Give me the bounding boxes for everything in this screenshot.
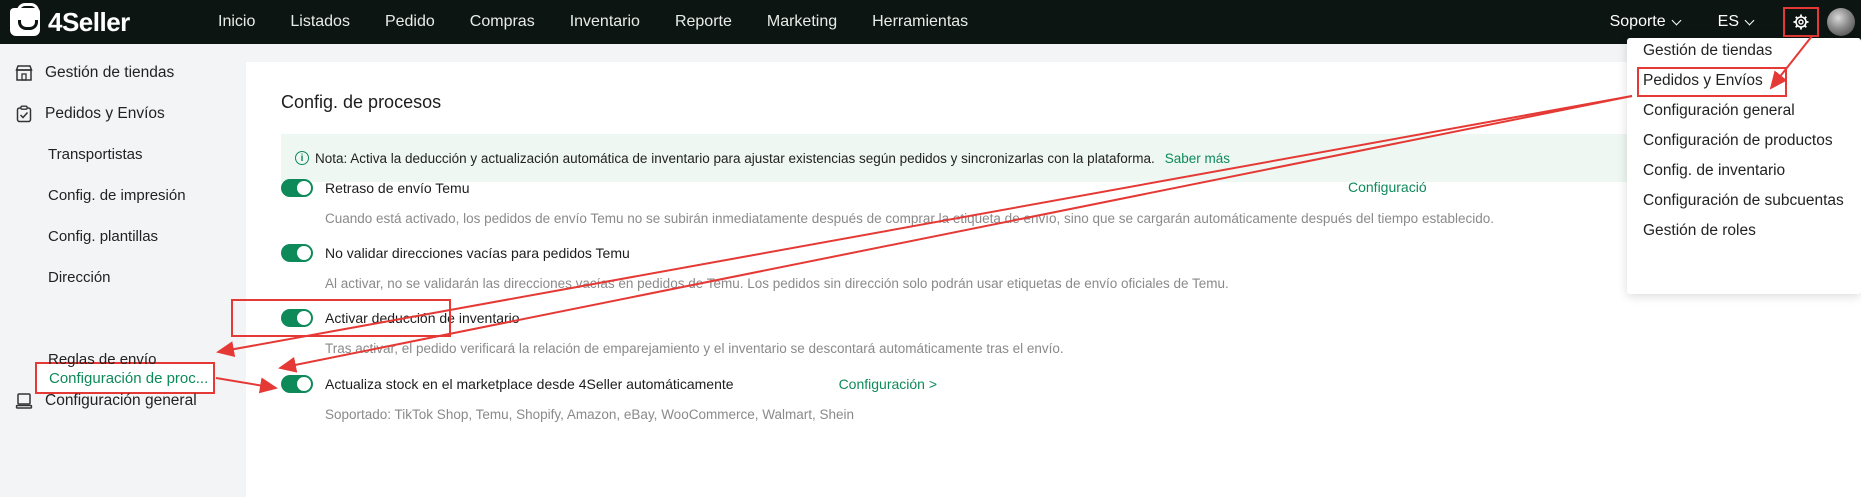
nav-item-inicio[interactable]: Inicio <box>218 13 255 31</box>
menu-item-pedidos-envios[interactable]: Pedidos y Envíos <box>1643 72 1763 90</box>
sidebar-group-config-general[interactable]: Configuración general <box>15 392 197 410</box>
chevron-down-icon <box>1671 15 1682 25</box>
settings-button[interactable] <box>1783 7 1819 37</box>
sidebar: Gestión de tiendas Pedidos y Envíos Tran… <box>0 44 244 497</box>
shopping-bag-icon <box>10 3 40 36</box>
nav-item-pedido[interactable]: Pedido <box>385 13 435 31</box>
setting-label: Retraso de envío Temu <box>325 180 470 196</box>
sidebar-group-label: Configuración general <box>45 392 197 409</box>
setting-description: Tras activar, el pedido verificará la re… <box>325 341 1064 356</box>
notice-text: Nota: Activa la deducción y actualizació… <box>315 150 1155 166</box>
store-icon <box>15 65 33 81</box>
menu-item-config-inventario[interactable]: Config. de inventario <box>1643 162 1785 180</box>
config-link[interactable]: Configuració <box>1348 179 1427 195</box>
brand-name: 4Seller <box>48 6 130 37</box>
config-link[interactable]: Configuración > <box>839 376 937 392</box>
sidebar-group-label: Gestión de tiendas <box>45 64 175 81</box>
setting-marketplace-stock: Actualiza stock en el marketplace desde … <box>281 375 937 422</box>
menu-item-gestion-roles[interactable]: Gestión de roles <box>1643 222 1756 240</box>
sidebar-item-impresion[interactable]: Config. de impresión <box>48 187 186 204</box>
highlight-box <box>231 299 451 337</box>
nav-item-compras[interactable]: Compras <box>470 13 535 31</box>
setting-description: Soportado: TikTok Shop, Temu, Shopify, A… <box>325 407 854 422</box>
main-nav: Inicio Listados Pedido Compras Inventari… <box>218 13 1003 31</box>
support-dropdown[interactable]: Soporte <box>1609 13 1682 31</box>
clipboard-check-icon <box>16 105 32 123</box>
chevron-down-icon <box>1744 15 1755 25</box>
page-title: Config. de procesos <box>281 92 442 112</box>
monitor-icon <box>15 393 33 409</box>
info-icon: i <box>295 151 309 165</box>
top-navbar: 4Seller Inicio Listados Pedido Compras I… <box>0 0 1861 44</box>
sidebar-item-label: Configuración de proc... <box>49 369 209 387</box>
sidebar-item-direccion[interactable]: Dirección <box>48 269 111 286</box>
setting-label: No validar direcciones vacías para pedid… <box>325 245 630 261</box>
app-window: 4Seller Inicio Listados Pedido Compras I… <box>0 0 1861 497</box>
sidebar-group-pedidos[interactable]: Pedidos y Envíos <box>15 105 165 123</box>
nav-item-listados[interactable]: Listados <box>290 13 350 31</box>
sidebar-item-plantillas[interactable]: Config. plantillas <box>48 228 158 245</box>
toggle-switch[interactable] <box>281 179 313 197</box>
language-label: ES <box>1717 13 1739 30</box>
main-content: Config. de procesos i Nota: Activa la de… <box>231 62 1861 497</box>
toggle-switch[interactable] <box>281 244 313 262</box>
setting-description: Al activar, no se validarán las direccio… <box>325 276 1229 291</box>
setting-temu-address: No validar direcciones vacías para pedid… <box>281 244 1229 291</box>
support-label: Soporte <box>1609 13 1666 30</box>
menu-item-config-subcuentas[interactable]: Configuración de subcuentas <box>1643 192 1844 210</box>
learn-more-link[interactable]: Saber más <box>1165 151 1230 166</box>
brand-logo[interactable]: 4Seller <box>10 3 210 38</box>
setting-description: Cuando está activado, los pedidos de env… <box>325 211 1494 226</box>
sidebar-item-reglas-envio[interactable]: Reglas de envío <box>48 351 156 368</box>
nav-item-reporte[interactable]: Reporte <box>675 13 732 31</box>
menu-item-config-general[interactable]: Configuración general <box>1643 102 1795 120</box>
nav-item-marketing[interactable]: Marketing <box>767 13 837 31</box>
info-notice: i Nota: Activa la deducción y actualizac… <box>281 134 1681 182</box>
nav-item-inventario[interactable]: Inventario <box>570 13 640 31</box>
setting-label: Actualiza stock en el marketplace desde … <box>325 376 734 392</box>
language-dropdown[interactable]: ES <box>1717 13 1755 31</box>
menu-item-config-productos[interactable]: Configuración de productos <box>1643 132 1833 150</box>
toggle-switch[interactable] <box>281 375 313 393</box>
sidebar-group-label: Pedidos y Envíos <box>45 105 165 122</box>
setting-temu-delay: Retraso de envío Temu Configuració Cuand… <box>281 179 1681 226</box>
menu-item-gestion-tiendas[interactable]: Gestión de tiendas <box>1643 42 1772 60</box>
gear-icon <box>1793 14 1809 30</box>
user-avatar[interactable] <box>1827 8 1855 36</box>
settings-menu: Gestión de tiendas Pedidos y Envíos Conf… <box>1627 38 1861 294</box>
sidebar-group-tiendas[interactable]: Gestión de tiendas <box>15 64 174 82</box>
nav-item-herramientas[interactable]: Herramientas <box>872 13 968 31</box>
sidebar-item-transportistas[interactable]: Transportistas <box>48 146 142 163</box>
